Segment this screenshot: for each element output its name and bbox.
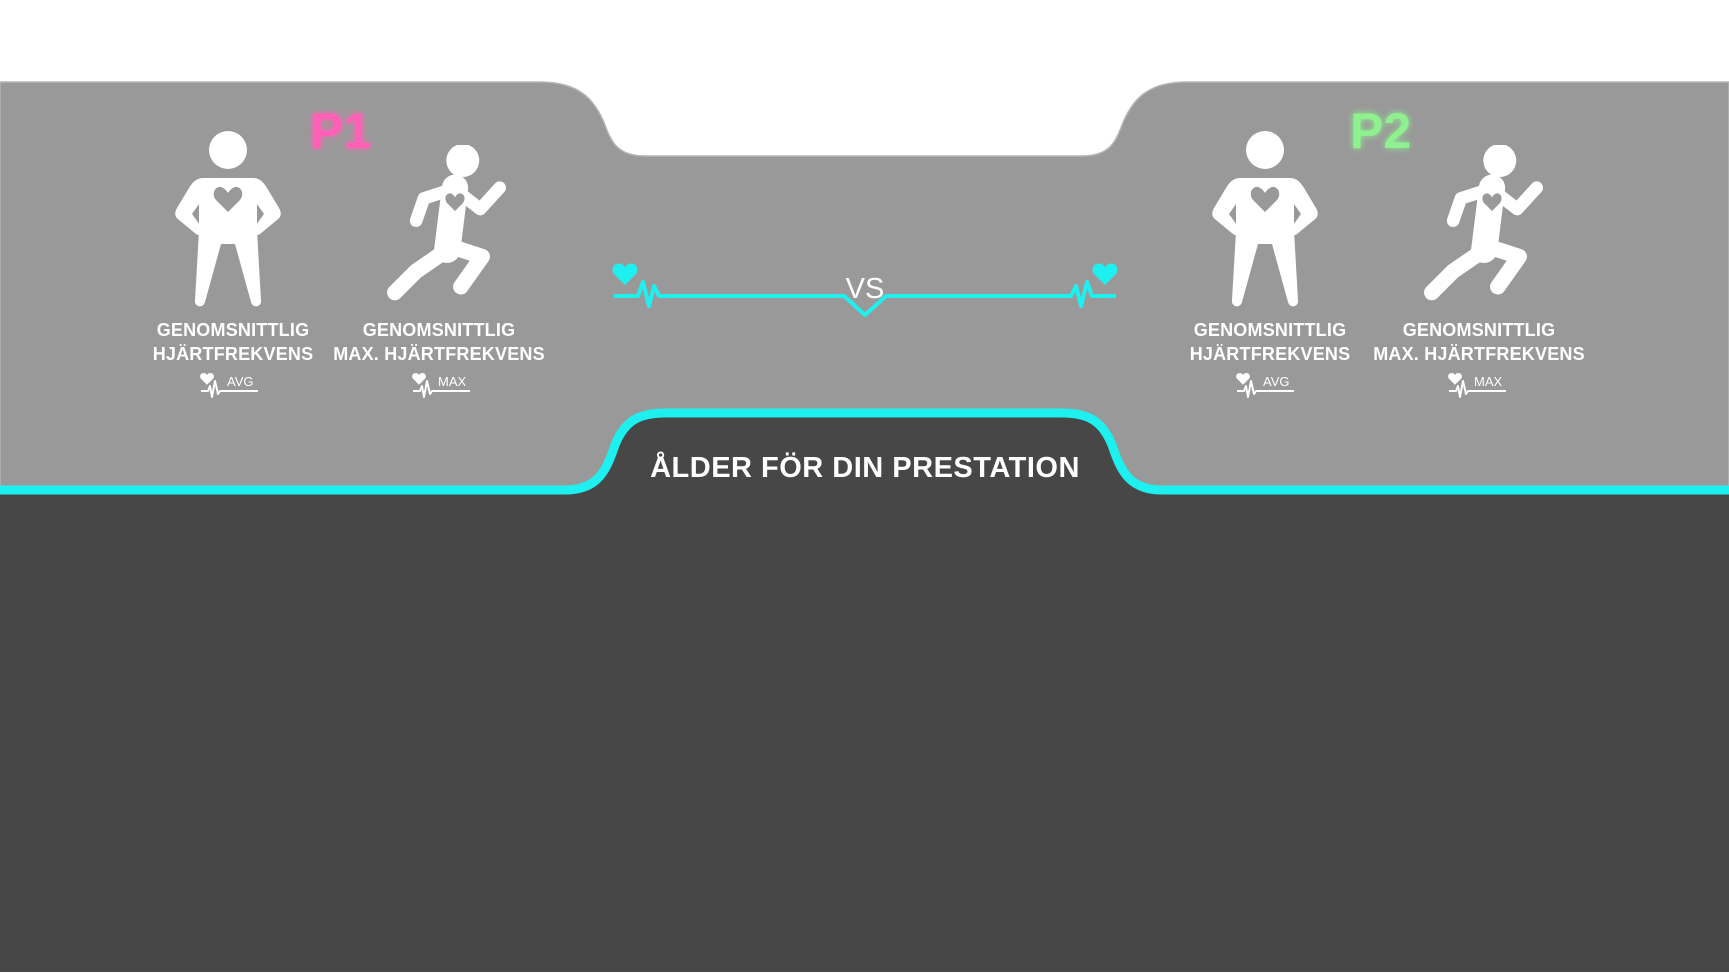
svg-text:AVG: AVG — [227, 374, 254, 389]
p1-avg-hr-label: GENOMSNITTLIG HJÄRTFREKVENS — [113, 318, 353, 366]
p2-tag: P2 — [1350, 103, 1411, 159]
label-line-2: MAX. HJÄRTFREKVENS — [1373, 344, 1585, 364]
bottom-panel — [0, 413, 1729, 972]
svg-text:AVG: AVG — [1263, 374, 1290, 389]
svg-text:MAX: MAX — [438, 374, 467, 389]
p1-max-hr-label: GENOMSNITTLIG MAX. HJÄRTFREKVENS — [319, 318, 559, 366]
p1-tag: P1 — [310, 103, 371, 159]
label-line-1: GENOMSNITTLIG — [1402, 320, 1556, 340]
label-line-2: HJÄRTFREKVENS — [152, 344, 314, 364]
label-line-1: GENOMSNITTLIG — [362, 320, 516, 340]
label-line-2: HJÄRTFREKVENS — [1189, 344, 1351, 364]
game-screen: ÅLDER FÖR DIN PRESTATION VS P1 P2 AVG MA… — [0, 0, 1729, 973]
section-title: ÅLDER FÖR DIN PRESTATION — [650, 451, 1080, 484]
vs-label: VS — [846, 273, 885, 305]
p2-avg-hr-label: GENOMSNITTLIG HJÄRTFREKVENS — [1150, 318, 1390, 366]
svg-text:MAX: MAX — [1474, 374, 1503, 389]
label-line-1: GENOMSNITTLIG — [156, 320, 310, 340]
p2-max-hr-label: GENOMSNITTLIG MAX. HJÄRTFREKVENS — [1359, 318, 1599, 366]
label-line-1: GENOMSNITTLIG — [1193, 320, 1347, 340]
label-line-2: MAX. HJÄRTFREKVENS — [333, 344, 545, 364]
